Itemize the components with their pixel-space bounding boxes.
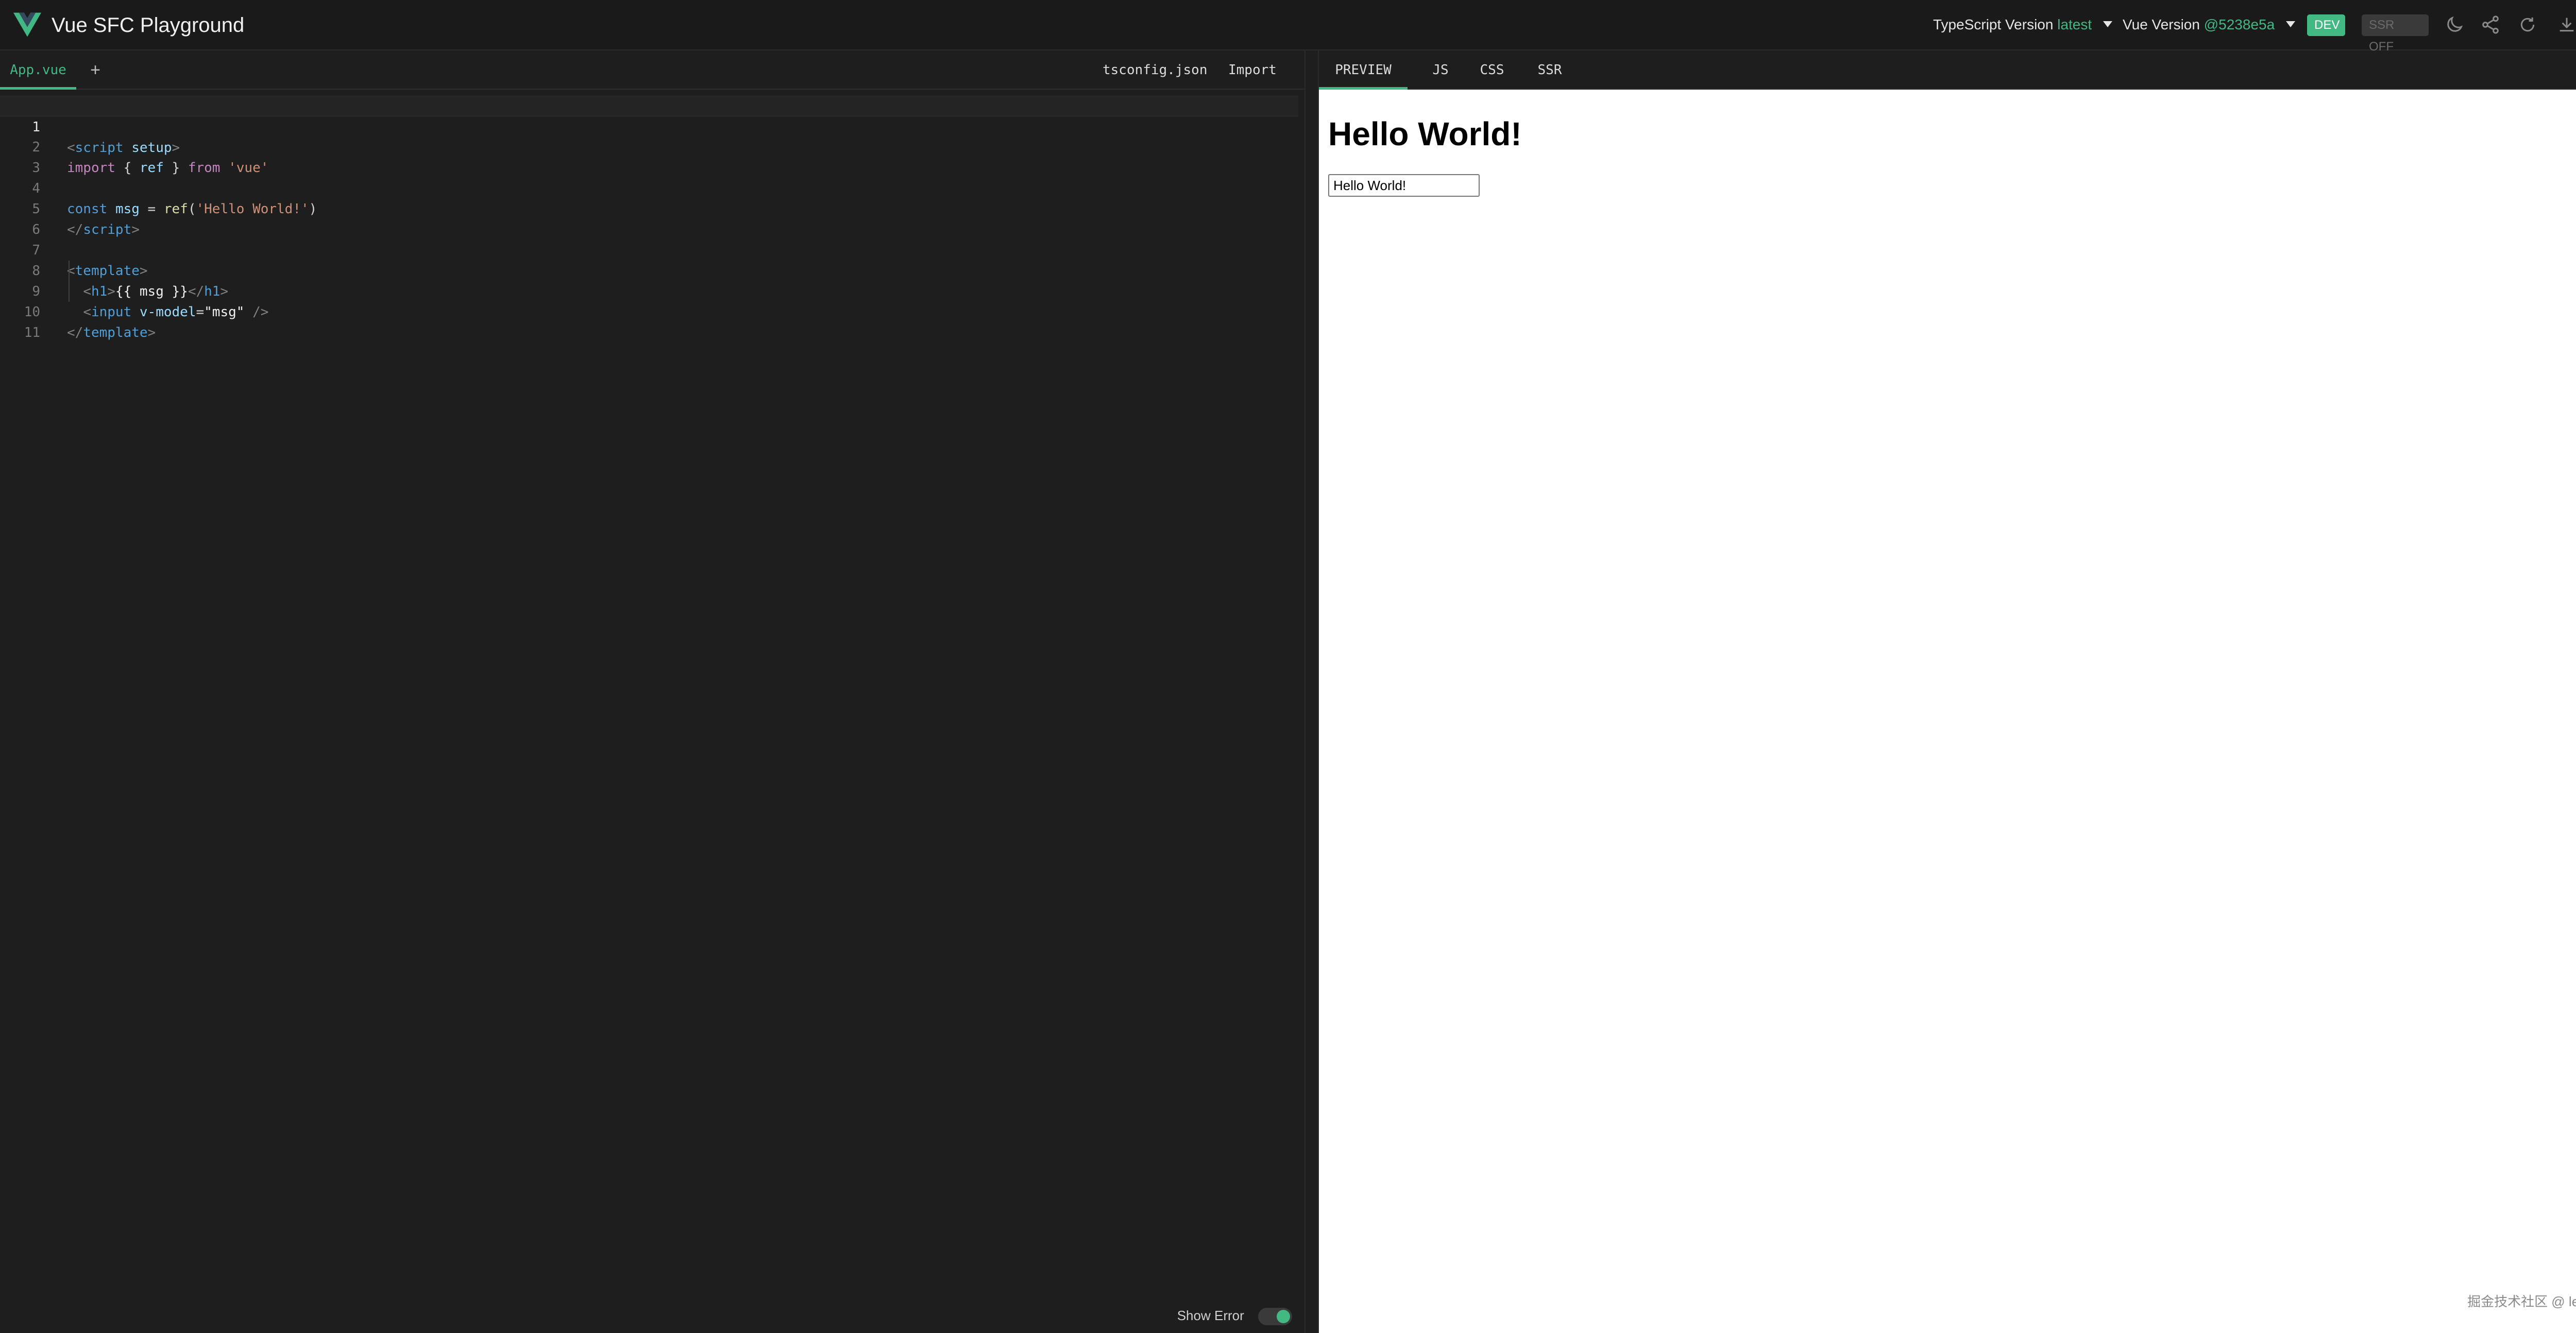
code-line[interactable]: 2 import { ref } from 'vue' [0, 116, 1298, 176]
file-tab-bar: App.vue + tsconfig.json Import Map [0, 50, 1304, 117]
dev-mode-toggle[interactable]: DEV [2307, 14, 2345, 36]
watermark: 掘金技术社区 @ leon95 [2467, 1294, 2576, 1309]
code-line[interactable]: 5 </script> [0, 178, 1298, 237]
share-icon[interactable] [2480, 14, 2501, 35]
code-line[interactable]: 6 [0, 199, 1298, 237]
typescript-version-dropdown[interactable]: TypeScript Version latest [1933, 15, 2112, 34]
output-tab-bar: PREVIEW JS CSS SSR [1319, 50, 2576, 90]
file-tab-app-vue[interactable]: App.vue [0, 50, 76, 90]
vue-version-dropdown[interactable]: Vue Version @5238e5a [2123, 15, 2295, 34]
top-header: Vue SFC Playground TypeScript Version la… [0, 0, 2576, 54]
code-line[interactable]: 7 <template> [0, 219, 1298, 279]
editor-pane: App.vue + tsconfig.json Import Map 1 <sc… [0, 50, 1304, 1333]
typescript-version-value: latest [2057, 16, 2092, 32]
tsconfig-link[interactable]: tsconfig.json [1103, 50, 1208, 90]
show-error-toggle[interactable]: Show Error [1177, 1303, 1292, 1328]
vue-version-label: Vue Version [2123, 16, 2200, 32]
show-error-label: Show Error [1177, 1308, 1244, 1323]
code-line[interactable]: 8 <h1>{{ msg }}</h1> [0, 240, 1298, 299]
vue-logo-icon [13, 12, 41, 37]
tab-css[interactable]: CSS [1471, 50, 1513, 90]
tab-js[interactable]: JS [1420, 50, 1461, 90]
download-icon[interactable] [2556, 14, 2576, 35]
toggle-switch[interactable] [1258, 1308, 1292, 1326]
pane-splitter[interactable] [1304, 50, 1319, 1333]
preview-text-input[interactable] [1328, 174, 1480, 197]
import-map-link[interactable]: Import Map [1228, 50, 1304, 117]
vue-version-value: @5238e5a [2204, 16, 2275, 32]
code-line[interactable]: 9 <input v-model="msg" /> [0, 261, 1298, 320]
add-file-button[interactable]: + [87, 50, 104, 90]
indent-guide [69, 261, 70, 302]
code-line[interactable]: 1 <script setup> [0, 96, 1298, 156]
chevron-down-icon [2285, 21, 2295, 27]
line-number: 11 [24, 325, 40, 340]
code-line[interactable]: 11 [0, 302, 1298, 340]
preview-heading: Hello World! [1328, 115, 1522, 152]
tab-preview[interactable]: PREVIEW [1319, 50, 1408, 90]
app-title: Vue SFC Playground [52, 14, 245, 37]
code-line[interactable]: 4 const msg = ref('Hello World!') [0, 158, 1298, 217]
output-pane: PREVIEW JS CSS SSR Hello World! 掘金技术社区 @… [1319, 50, 2576, 1333]
code-line[interactable]: 3 [0, 137, 1298, 176]
code-line[interactable]: 10 </template> [0, 281, 1298, 340]
moon-icon[interactable] [2444, 14, 2465, 35]
reload-icon[interactable] [2517, 14, 2538, 35]
chevron-down-icon [2103, 21, 2112, 27]
tab-ssr[interactable]: SSR [1528, 50, 1571, 90]
typescript-version-label: TypeScript Version [1933, 16, 2054, 32]
code-editor[interactable]: 1 <script setup> 2 import { ref } from '… [0, 96, 1298, 340]
ssr-toggle[interactable]: SSR OFF [2362, 14, 2429, 54]
toggle-knob [1277, 1310, 1290, 1324]
